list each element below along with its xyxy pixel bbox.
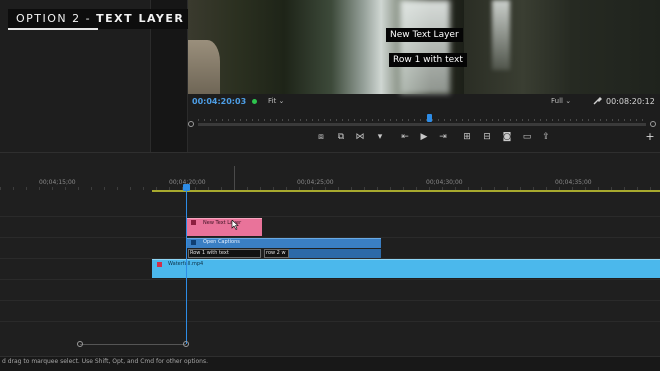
caption-segment-1-label: Row 1 with text xyxy=(190,250,229,256)
current-timecode[interactable]: 00:04:20:03 xyxy=(192,97,246,106)
title-prefix: OPTION 2 - xyxy=(16,12,97,25)
full-label: Full xyxy=(551,97,563,105)
marker-out-icon[interactable]: ⧉ xyxy=(335,132,347,142)
insert-icon[interactable]: ⊞ xyxy=(461,132,473,142)
zoom-handle-left[interactable] xyxy=(188,121,194,127)
overwrite-icon[interactable]: ⊟ xyxy=(481,132,493,142)
resolution-select[interactable]: Full ⌄ xyxy=(551,97,571,105)
caption-row-1[interactable]: Row 1 with text xyxy=(389,53,467,67)
zoom-fit-select[interactable]: Fit ⌄ xyxy=(268,97,284,105)
safe-margins-icon[interactable]: ▭ xyxy=(521,132,533,142)
scrub-bar[interactable] xyxy=(198,123,646,126)
export-frame-icon[interactable]: ◙ xyxy=(501,132,513,142)
wrench-icon[interactable] xyxy=(592,96,602,106)
track-divider xyxy=(0,216,660,217)
chevron-down-icon: ⌄ xyxy=(565,97,572,105)
title-bold: TEXT LAYER xyxy=(96,12,185,25)
work-area-bar[interactable] xyxy=(152,190,660,192)
duration-timecode: 00:08:20:12 xyxy=(606,97,655,106)
trim-icon[interactable]: ⋈ xyxy=(354,132,366,142)
play-icon[interactable]: ▶ xyxy=(418,132,430,142)
scrollbar-handle-right[interactable] xyxy=(183,341,189,347)
caption-new-text-layer[interactable]: New Text Layer xyxy=(386,28,463,42)
caption-segment-2-label: row 2 w xyxy=(266,250,286,256)
waterfall-image-region-2 xyxy=(492,0,510,70)
caption-track-fill xyxy=(289,249,381,258)
add-button-icon[interactable]: + xyxy=(645,131,655,142)
chevron-down-icon: ⌄ xyxy=(278,97,285,105)
fit-label: Fit xyxy=(268,97,277,105)
title-overlay: OPTION 2 - TEXT LAYER xyxy=(8,9,193,29)
track-divider xyxy=(0,300,660,301)
go-to-out-icon[interactable]: ⇥ xyxy=(437,132,449,142)
status-indicator-icon xyxy=(252,99,257,104)
track-divider xyxy=(0,321,660,322)
ruler-label: 00;04;30;00 xyxy=(426,179,463,186)
ruler-label: 00;04;15;00 xyxy=(39,179,76,186)
fx-badge-icon xyxy=(191,220,196,225)
open-captions-label: Open Captions xyxy=(203,239,240,245)
rock-image-region xyxy=(188,40,220,94)
monitor-playhead[interactable] xyxy=(427,114,432,122)
timeline-zoom-scrollbar[interactable] xyxy=(80,344,186,345)
fx-badge-icon xyxy=(191,240,196,245)
zoom-handle-right[interactable] xyxy=(650,121,656,127)
scrub-ruler xyxy=(198,119,646,121)
add-marker-icon[interactable]: ▾ xyxy=(374,132,386,142)
timeline-playhead-line[interactable] xyxy=(186,190,187,344)
track-divider xyxy=(0,279,660,280)
go-to-in-icon[interactable]: ⇤ xyxy=(399,132,411,142)
ruler-label: 00;04;25;00 xyxy=(297,179,334,186)
video-clip[interactable] xyxy=(152,259,660,278)
title-underline xyxy=(8,28,98,30)
status-text: d drag to marquee select. Use Shift, Opt… xyxy=(2,358,209,365)
marker-in-icon[interactable]: ⧈ xyxy=(315,132,327,142)
waterfall-image-region xyxy=(400,0,450,94)
fx-badge-icon xyxy=(157,262,162,267)
mouse-pointer-icon xyxy=(231,220,239,230)
ruler-divider xyxy=(234,166,235,192)
scrollbar-handle-left[interactable] xyxy=(77,341,83,347)
ruler-label: 00;04;35;00 xyxy=(555,179,592,186)
share-icon[interactable]: ⇪ xyxy=(540,132,552,142)
